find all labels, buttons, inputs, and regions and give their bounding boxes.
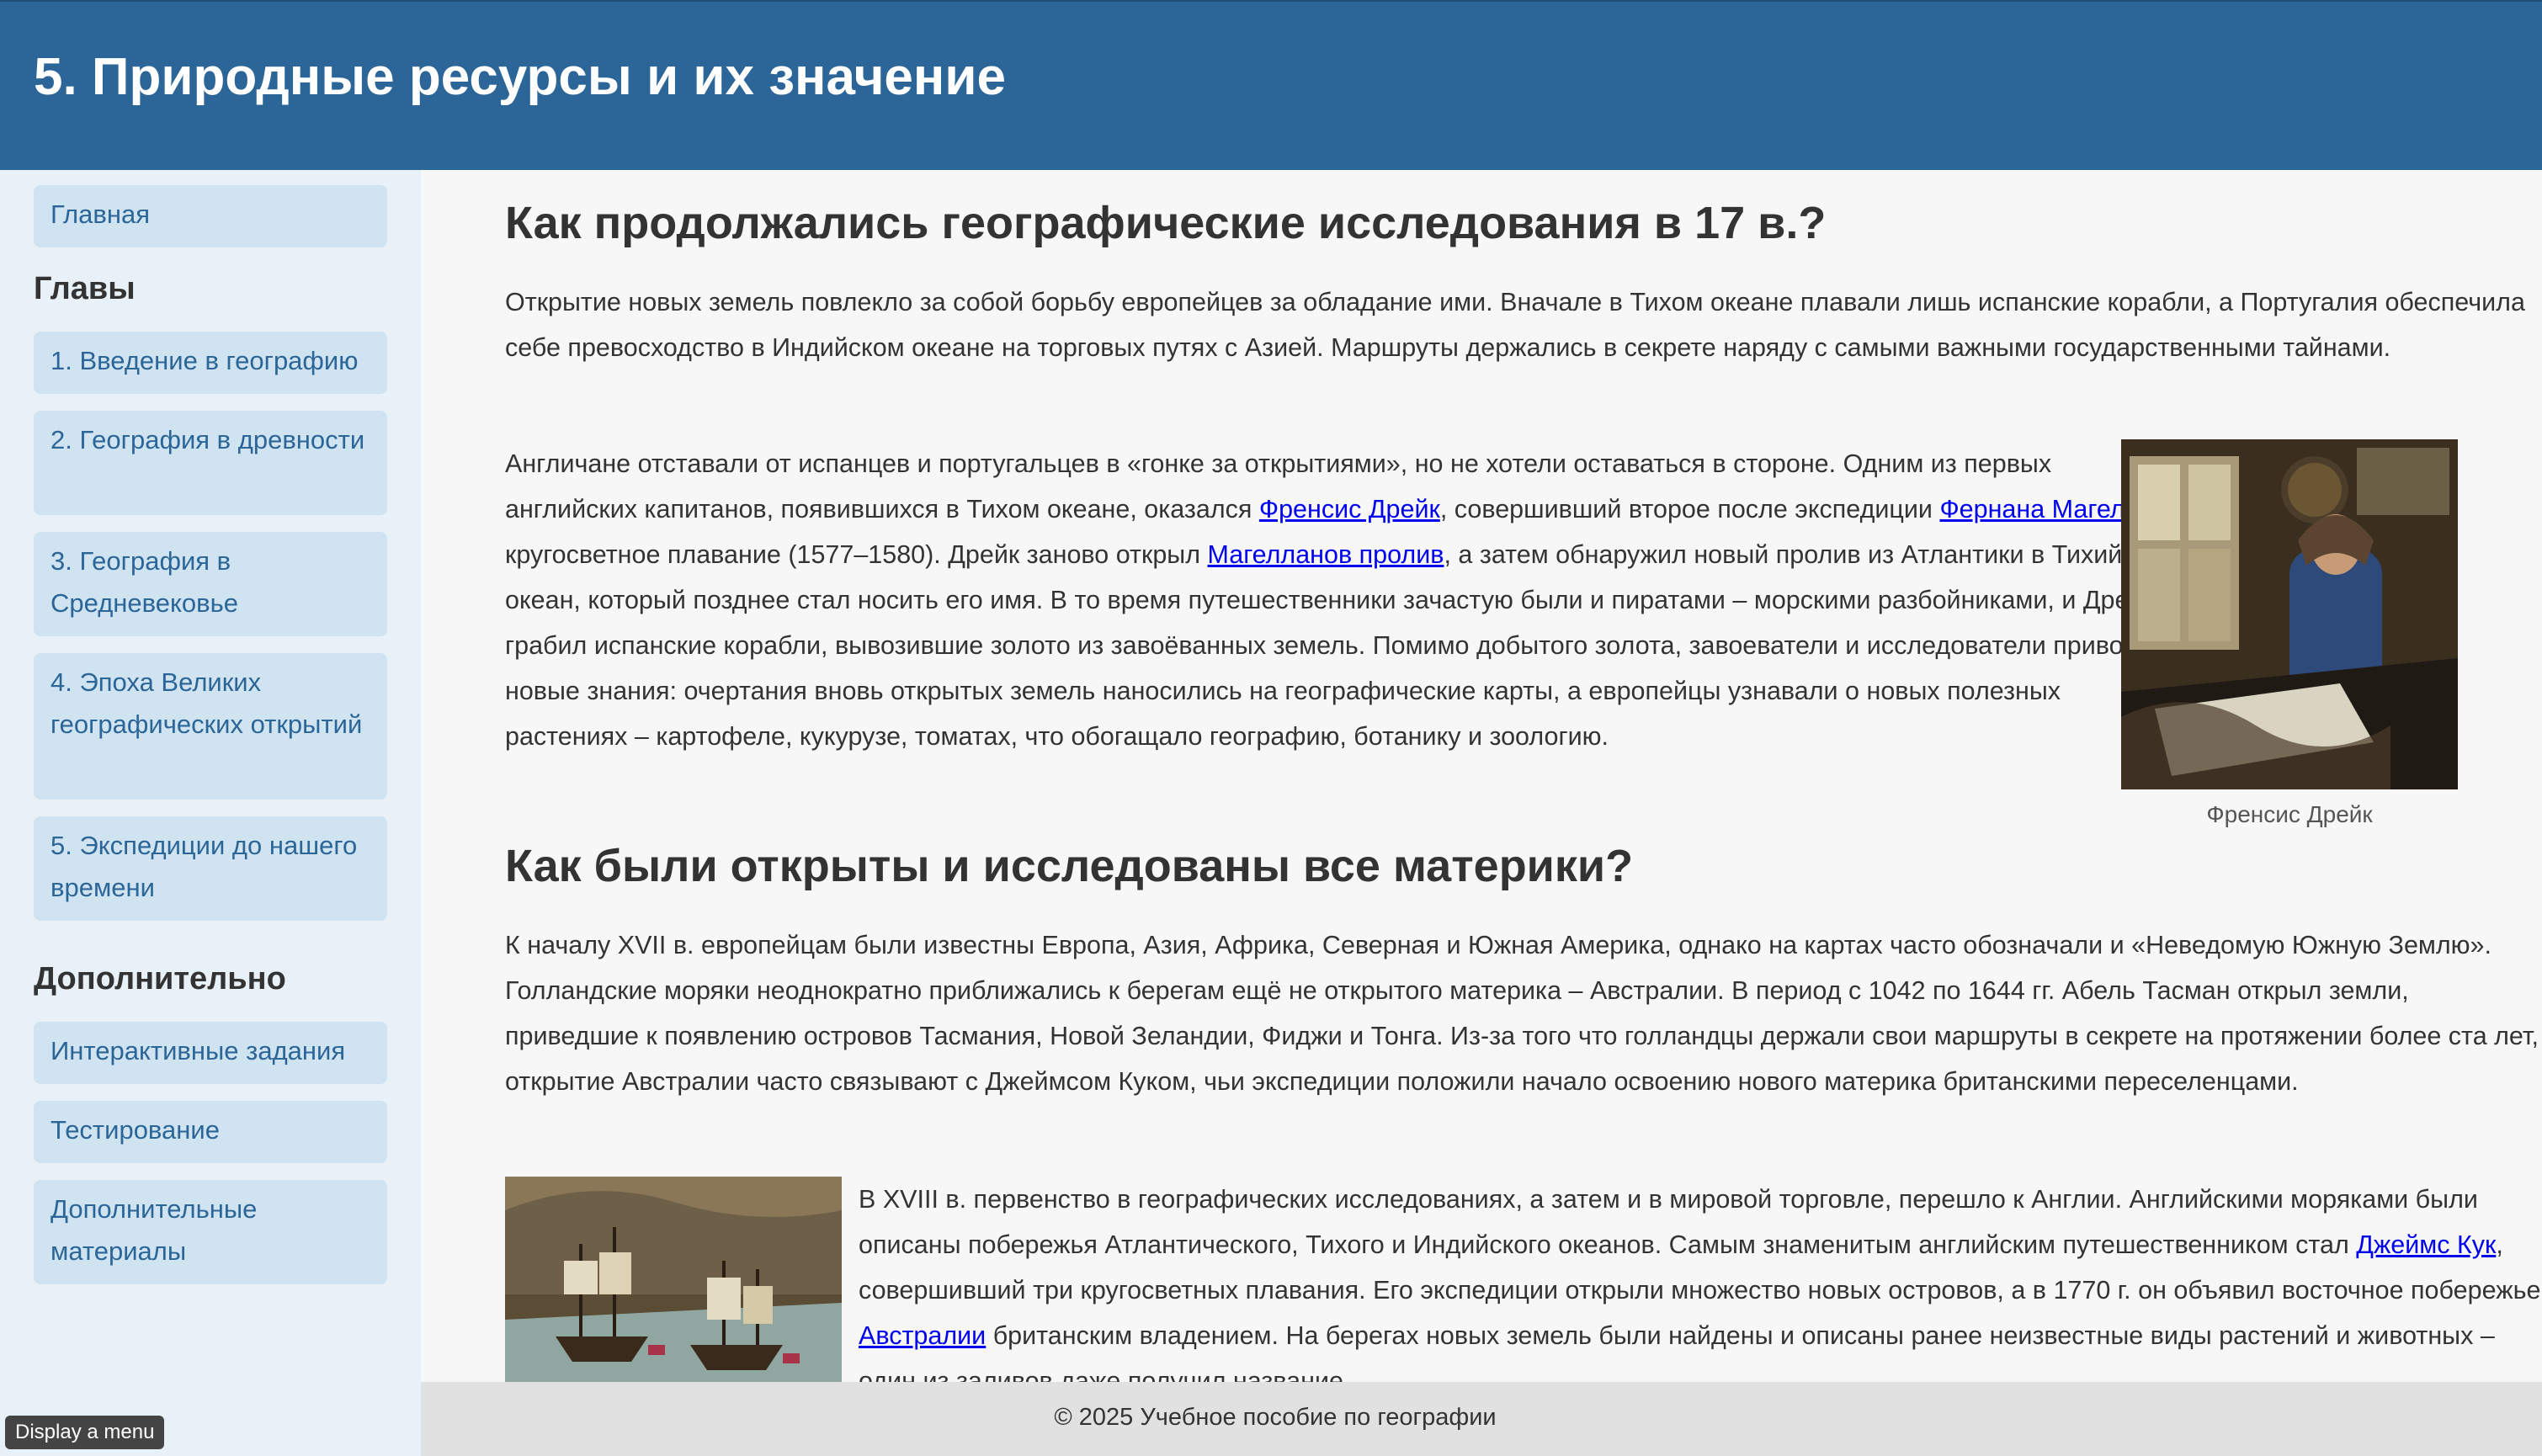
page-footer: © 2025 Учебное пособие по географии (421, 1382, 2542, 1456)
sidebar-item-chapter-2[interactable]: 2. География в древности (34, 411, 387, 515)
sidebar-item-chapter-3[interactable]: 3. География в Средневековье (34, 532, 387, 636)
paragraph-continents: К началу XVII в. европейцам были известн… (505, 931, 2539, 1096)
paragraph-cook: В XVIII в. первенство в географических и… (859, 1185, 2541, 1382)
page-title: 5. Природные ресурсы и их значение (34, 48, 1006, 106)
ships-image (505, 1177, 842, 1382)
sidebar-item-chapter-5[interactable]: 5. Экспедиции до нашего времени (34, 816, 387, 921)
link-francis-drake[interactable]: Френсис Дрейк (1259, 495, 1440, 523)
sidebar-item-materials[interactable]: Дополнительные материалы (34, 1180, 387, 1284)
footer-text: © 2025 Учебное пособие по географии (1054, 1404, 1497, 1431)
link-james-cook[interactable]: Джеймс Кук (2356, 1230, 2496, 1259)
section-title-17th-century: Как продолжались географические исследов… (505, 198, 1827, 248)
painting-image (2121, 439, 2458, 793)
page-header: 5. Природные ресурсы и их значение (0, 0, 2542, 170)
sidebar-item-interactive[interactable]: Интерактивные задания (34, 1022, 387, 1084)
display-menu-button[interactable]: Display a menu (5, 1416, 165, 1449)
main-content: Как продолжались географические исследов… (421, 170, 2542, 1382)
paragraph-new-lands: Открытие новых земель повлекло за собой … (505, 288, 2525, 362)
sidebar-item-chapter-4[interactable]: 4. Эпоха Великих географических открытий (34, 653, 387, 800)
sidebar-item-testing[interactable]: Тестирование (34, 1101, 387, 1163)
sidebar-heading-chapters: Главы (34, 271, 136, 306)
section-title-continents: Как были открыты и исследованы все матер… (505, 841, 1634, 891)
sidebar-item-home[interactable]: Главная (34, 185, 387, 247)
figure-drake-painting (2121, 439, 2458, 793)
paragraph-drake: Англичане отставали от испанцев и португ… (505, 449, 2183, 751)
link-australia[interactable]: Австралии (859, 1321, 986, 1350)
sidebar-item-chapter-1[interactable]: 1. Введение в географию (34, 332, 387, 394)
figure-ships-painting (505, 1177, 842, 1382)
link-magellan-strait[interactable]: Магелланов пролив (1208, 540, 1444, 569)
sidebar-heading-extra: Дополнительно (34, 961, 286, 996)
sidebar: Главная Главы 1. Введение в географию 2.… (0, 170, 421, 1456)
figure-caption: Френсис Дрейк (2206, 801, 2373, 827)
